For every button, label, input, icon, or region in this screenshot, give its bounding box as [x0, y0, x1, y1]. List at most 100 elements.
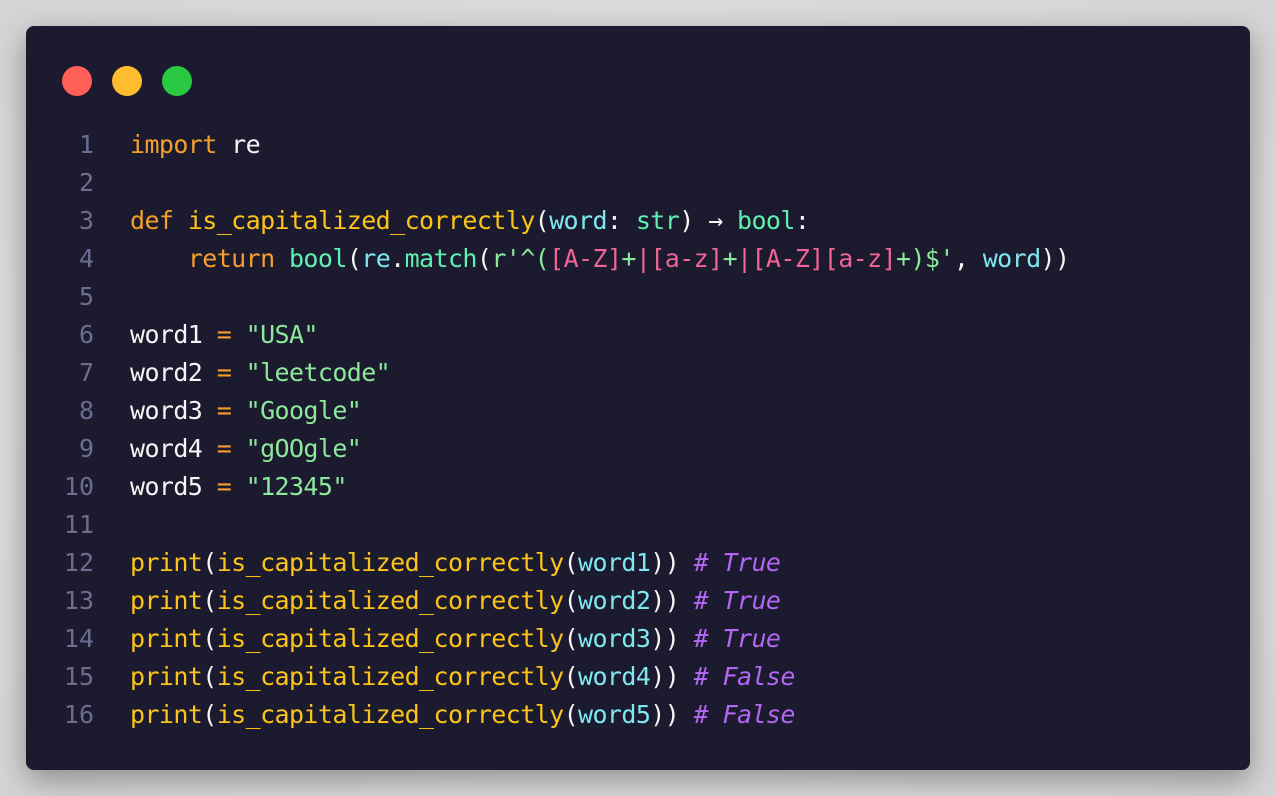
code-line: 16 print(is_capitalized_correctly(word5))…	[26, 696, 1250, 734]
code-token: →	[693, 206, 737, 235]
line-number: 15	[63, 662, 94, 691]
code-token: # True	[693, 624, 781, 653]
code-token: (	[563, 700, 579, 729]
code-token: :	[606, 206, 636, 235]
code-token: =	[216, 396, 232, 425]
code-token: |	[635, 244, 651, 273]
code-token: (	[534, 206, 550, 235]
code-token: =	[216, 320, 232, 349]
close-dot-icon[interactable]	[62, 66, 92, 96]
code-token: str	[635, 206, 680, 235]
code-token: (	[476, 244, 492, 273]
code-token: (	[563, 548, 579, 577]
code-token: print	[130, 586, 203, 615]
code-token: import	[130, 130, 217, 159]
code-token: is_capitalized_correctly	[216, 548, 564, 577]
code-token: ))	[650, 586, 680, 615]
code-token: # True	[693, 586, 781, 615]
code-token: "gOOgle"	[245, 434, 362, 463]
code-token: (	[202, 586, 217, 615]
code-line: 6 word1 = "USA"	[26, 316, 1250, 354]
code-token: (	[563, 662, 579, 691]
line-source: def is_capitalized_correctly(word: str) …	[130, 202, 810, 240]
line-source: print(is_capitalized_correctly(word2)) #…	[130, 582, 781, 620]
line-source: word3 = "Google"	[130, 392, 362, 430]
code-token: bool	[288, 244, 347, 273]
code-token: :	[794, 206, 810, 235]
code-window: 1 import re 2 3 def is_capitalized_correctly…	[26, 26, 1250, 770]
line-source: print(is_capitalized_correctly(word1)) #…	[130, 544, 781, 582]
line-source: import re	[130, 126, 261, 164]
code-token: =	[216, 472, 232, 501]
code-token: print	[130, 700, 203, 729]
code-token: [A-Z][a-z]	[751, 244, 896, 273]
code-line: 11	[26, 506, 1250, 544]
minimize-dot-icon[interactable]	[112, 66, 142, 96]
code-token: print	[130, 548, 203, 577]
code-token: word5	[130, 472, 217, 501]
code-token: word2	[578, 586, 651, 615]
code-token: )	[679, 206, 694, 235]
code-token: re	[361, 244, 391, 273]
code-line: 5	[26, 278, 1250, 316]
code-token: word2	[130, 358, 217, 387]
code-token: =	[216, 434, 232, 463]
code-token: .	[390, 244, 405, 273]
line-number: 4	[78, 244, 94, 273]
line-number: 8	[78, 396, 94, 425]
code-token: [a-z]	[650, 244, 723, 273]
code-token: def	[130, 206, 174, 235]
code-token: =	[216, 358, 232, 387]
line-number: 10	[63, 472, 94, 501]
code-token: bool	[737, 206, 795, 235]
code-token: "USA"	[245, 320, 319, 349]
line-source: print(is_capitalized_correctly(word5)) #…	[130, 696, 795, 734]
code-token: print	[130, 662, 203, 691]
code-token: # True	[693, 548, 781, 577]
line-number: 7	[78, 358, 94, 387]
code-token: "leetcode"	[245, 358, 391, 387]
code-token: is_capitalized_correctly	[216, 624, 564, 653]
line-number: 13	[63, 586, 94, 615]
maximize-dot-icon[interactable]	[162, 66, 192, 96]
code-line: 15 print(is_capitalized_correctly(word4))…	[26, 658, 1250, 696]
code-token: re	[216, 130, 261, 159]
code-line: 9 word4 = "gOOgle"	[26, 430, 1250, 468]
code-token: (	[346, 244, 362, 273]
code-token: # False	[693, 662, 796, 691]
code-token: (	[202, 548, 217, 577]
code-token: word1	[578, 548, 651, 577]
code-token: is_capitalized_correctly	[187, 206, 535, 235]
code-token: word5	[578, 700, 651, 729]
code-token: (	[202, 700, 217, 729]
code-token: +)$'	[896, 244, 954, 273]
line-source: print(is_capitalized_correctly(word4)) #…	[130, 658, 795, 696]
code-token: ))	[650, 700, 680, 729]
line-number: 1	[78, 130, 94, 159]
line-number: 14	[63, 624, 94, 653]
code-token: word3	[130, 396, 217, 425]
line-source: word1 = "USA"	[130, 316, 318, 354]
code-token: is_capitalized_correctly	[216, 700, 564, 729]
line-number: 9	[78, 434, 94, 463]
line-source: word4 = "gOOgle"	[130, 430, 362, 468]
code-line: 10 word5 = "12345"	[26, 468, 1250, 506]
code-token: word	[982, 244, 1041, 273]
code-token: ))	[650, 624, 680, 653]
line-number: 12	[63, 548, 94, 577]
code-token: r'^(	[491, 244, 550, 273]
line-number: 6	[78, 320, 94, 349]
code-line: 8 word3 = "Google"	[26, 392, 1250, 430]
code-token: (	[202, 662, 217, 691]
code-line: 7 word2 = "leetcode"	[26, 354, 1250, 392]
